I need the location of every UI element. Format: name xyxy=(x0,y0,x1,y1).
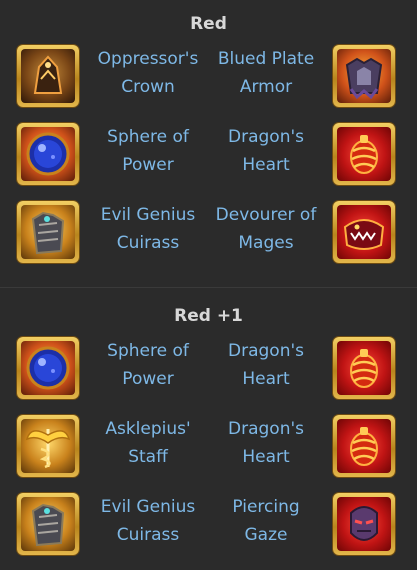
item-name-line: Gaze xyxy=(244,525,288,545)
item-name-line: Power xyxy=(122,155,174,175)
item-name-line: Power xyxy=(122,369,174,389)
dragons-heart-icon[interactable] xyxy=(333,415,395,477)
item-row: Evil Genius Cuirass Devourer of Mages xyxy=(0,201,417,273)
evil-genius-cuirass-icon[interactable] xyxy=(17,493,79,555)
item-name-line: Heart xyxy=(242,155,290,175)
item-name-sphere-of-power[interactable]: Sphere of Power xyxy=(90,123,206,179)
item-name-line: Oppressor's xyxy=(97,49,199,69)
section-title: Red xyxy=(190,14,227,34)
item-name-sphere-of-power[interactable]: Sphere of Power xyxy=(90,337,206,393)
item-name-line: Armor xyxy=(239,77,293,97)
piercing-gaze-icon[interactable] xyxy=(333,493,395,555)
devourer-of-mages-icon[interactable] xyxy=(333,201,395,263)
item-name-line: Mages xyxy=(238,233,294,253)
item-name-asklepius-staff[interactable]: Asklepius' Staff xyxy=(90,415,206,471)
item-name-line: Staff xyxy=(128,447,168,467)
item-name-line: Piercing xyxy=(232,497,300,517)
item-name-line: Dragon's xyxy=(228,127,304,147)
evil-genius-cuirass-icon[interactable] xyxy=(17,201,79,263)
item-name-dragons-heart[interactable]: Dragon's Heart xyxy=(208,337,324,393)
item-name-line: Cuirass xyxy=(116,233,180,253)
dragons-heart-icon[interactable] xyxy=(333,337,395,399)
asklepius-staff-icon[interactable] xyxy=(17,415,79,477)
item-name-line: Crown xyxy=(121,77,175,97)
section-divider xyxy=(0,287,417,288)
item-name-oppressors-crown[interactable]: Oppressor's Crown xyxy=(90,45,206,101)
item-name-line: Dragon's xyxy=(228,341,304,361)
item-name-line: Evil Genius xyxy=(100,497,196,517)
item-row: Oppressor's Crown Blued Plate Armor xyxy=(0,45,417,117)
item-name-dragons-heart[interactable]: Dragon's Heart xyxy=(208,123,324,179)
sphere-of-power-icon[interactable] xyxy=(17,337,79,399)
item-name-line: Dragon's xyxy=(228,419,304,439)
section-title: Red +1 xyxy=(174,306,243,326)
item-row: Sphere of Power Dragon's Heart xyxy=(0,123,417,195)
item-row: Sphere of Power Dragon's Heart xyxy=(0,337,417,409)
item-row: Evil Genius Cuirass Piercing Gaze xyxy=(0,493,417,565)
item-row: Asklepius' Staff Dragon's Heart xyxy=(0,415,417,487)
item-name-dragons-heart[interactable]: Dragon's Heart xyxy=(208,415,324,471)
sphere-of-power-icon[interactable] xyxy=(17,123,79,185)
blued-plate-armor-icon[interactable] xyxy=(333,45,395,107)
item-name-piercing-gaze[interactable]: Piercing Gaze xyxy=(208,493,324,549)
item-name-devourer-of-mages[interactable]: Devourer of Mages xyxy=(208,201,324,257)
item-name-evil-genius-cuirass[interactable]: Evil Genius Cuirass xyxy=(90,493,206,549)
item-name-line: Sphere of xyxy=(107,341,189,361)
item-name-line: Blued Plate xyxy=(217,49,315,69)
item-name-line: Sphere of xyxy=(107,127,189,147)
item-name-line: Cuirass xyxy=(116,525,180,545)
item-name-blued-plate-armor[interactable]: Blued Plate Armor xyxy=(208,45,324,101)
item-name-line: Evil Genius xyxy=(100,205,196,225)
item-name-line: Asklepius' xyxy=(105,419,191,439)
item-name-line: Devourer of xyxy=(215,205,317,225)
item-name-line: Heart xyxy=(242,369,290,389)
item-name-line: Heart xyxy=(242,447,290,467)
oppressors-crown-icon[interactable] xyxy=(17,45,79,107)
item-name-evil-genius-cuirass[interactable]: Evil Genius Cuirass xyxy=(90,201,206,257)
dragons-heart-icon[interactable] xyxy=(333,123,395,185)
